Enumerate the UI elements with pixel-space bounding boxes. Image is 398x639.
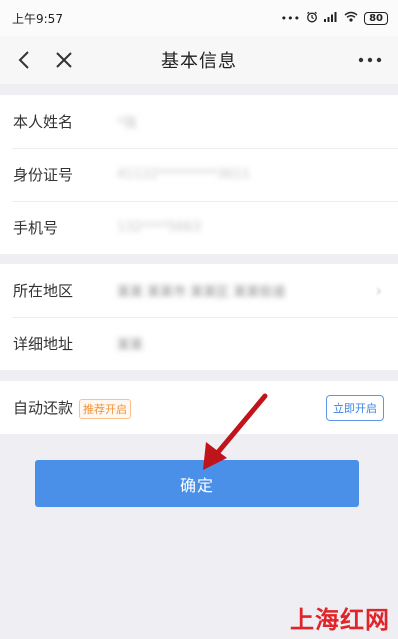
address-label: 详细地址 — [13, 335, 74, 353]
id-number-row: 身份证号 41122*********3611 — [0, 148, 398, 201]
page-title: 基本信息 — [161, 51, 237, 72]
autopay-label-group: 自动还款 推荐开启 — [13, 397, 132, 419]
nav-bar: 基本信息 — [0, 36, 398, 84]
status-time: 上午9:57 — [12, 11, 63, 26]
wifi-icon — [344, 11, 358, 25]
recommend-badge: 推荐开启 — [79, 398, 132, 419]
confirm-button[interactable]: 确定 — [35, 460, 359, 507]
chevron-left-icon — [18, 51, 29, 69]
chevron-right-icon: › — [375, 281, 382, 300]
name-row: 本人姓名 *强 — [0, 95, 398, 148]
back-button[interactable] — [8, 36, 40, 84]
close-button[interactable] — [48, 36, 80, 84]
phone-value: 132****5663 — [117, 220, 201, 235]
close-icon — [56, 52, 72, 68]
name-value: *强 — [117, 116, 137, 131]
address-value: 某某 — [117, 338, 144, 353]
dots-icon: ••• — [280, 11, 301, 25]
address-row[interactable]: 详细地址 某某 — [0, 317, 398, 370]
phone-row: 手机号 132****5663 — [0, 201, 398, 254]
name-label: 本人姓名 — [13, 113, 74, 131]
status-bar: 上午9:57 ••• 80 — [0, 0, 398, 36]
id-number-value: 41122*********3611 — [117, 167, 250, 182]
watermark-text: 上海红网 — [290, 606, 390, 634]
region-label: 所在地区 — [13, 282, 74, 300]
region-value: 某某 某某市 某某区 某某街道 — [117, 285, 286, 300]
more-button[interactable] — [352, 36, 388, 84]
autopay-label: 自动还款 — [13, 398, 74, 417]
autopay-section: 自动还款 推荐开启 立即开启 — [0, 381, 398, 434]
identity-section: 本人姓名 *强 身份证号 41122*********3611 手机号 132*… — [0, 95, 398, 254]
address-section: 所在地区 某某 某某市 某某区 某某街道 › 详细地址 某某 — [0, 264, 398, 370]
autopay-row: 自动还款 推荐开启 立即开启 — [0, 381, 398, 434]
signal-icon — [324, 11, 338, 25]
enable-now-button[interactable]: 立即开启 — [326, 395, 384, 421]
region-row[interactable]: 所在地区 某某 某某市 某某区 某某街道 › — [0, 264, 398, 317]
status-icons: ••• 80 — [281, 11, 388, 26]
alarm-icon — [306, 11, 318, 26]
battery-indicator: 80 — [364, 11, 388, 25]
phone-label: 手机号 — [13, 219, 59, 237]
more-dots-icon — [358, 57, 382, 63]
id-number-label: 身份证号 — [13, 166, 74, 184]
